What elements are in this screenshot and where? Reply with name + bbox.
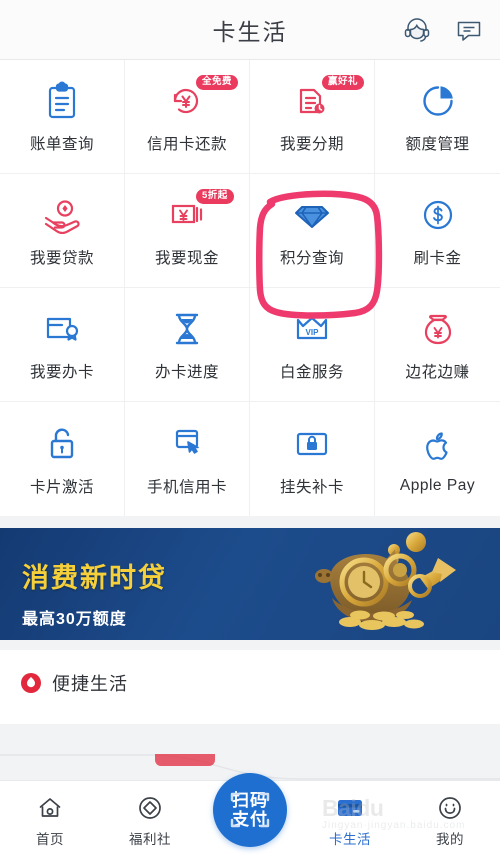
page-title: 卡生活 (212, 18, 288, 45)
grid-item-credit-card-repay[interactable]: 全免费 信用卡还款 (125, 60, 250, 174)
grid-item-points-query[interactable]: 积分查询 (250, 174, 375, 288)
vip-crown-icon: VIP (292, 307, 332, 351)
grid-item-card-cashback[interactable]: 刷卡金 (375, 174, 500, 288)
grid-item-credit-limit[interactable]: 额度管理 (375, 60, 500, 174)
grid-item-label: 白金服务 (279, 364, 344, 381)
grid-item-apple-pay[interactable]: Apple Pay (375, 402, 500, 516)
grid-item-label: 我要办卡 (29, 364, 94, 381)
red-drop-icon (20, 672, 42, 694)
repay-yen-icon: 全免费 (166, 75, 239, 123)
grid-item-label: 办卡进度 (154, 364, 219, 381)
money-bag-icon (420, 307, 456, 351)
grid-item-report-loss[interactable]: 挂失补卡 (250, 402, 375, 516)
grid-item-bill-query[interactable]: 账单查询 (0, 60, 125, 174)
mobile-card-icon (169, 422, 205, 466)
quick-actions-card: 账单查询 全免费 信用卡还款 赢好礼 我要分期 额度管理 我要贷款 5折起 我要… (0, 60, 500, 516)
bottom-tab-bar: 首页 福利社 扫码 支付 卡生活 我的 (0, 773, 500, 861)
hand-coin-icon (41, 193, 83, 237)
tab-home[interactable]: 首页 (0, 781, 100, 861)
grid-item-loan[interactable]: 我要贷款 (0, 174, 125, 288)
scan-pay-icon[interactable]: 扫码 支付 (213, 773, 287, 847)
quick-actions-grid: 账单查询 全免费 信用卡还款 赢好礼 我要分期 额度管理 我要贷款 5折起 我要… (0, 60, 500, 516)
credit-card-icon (336, 795, 364, 821)
grid-item-badge: 赢好礼 (322, 75, 365, 90)
grid-item-label: 我要现金 (154, 250, 219, 267)
tab-profile[interactable]: 我的 (400, 781, 500, 861)
grid-item-label: Apple Pay (399, 476, 476, 494)
grid-item-cash[interactable]: 5折起 我要现金 (125, 174, 250, 288)
grid-item-label: 挂失补卡 (279, 478, 344, 496)
grid-item-label: 额度管理 (405, 136, 470, 153)
tab-benefits[interactable]: 福利社 (100, 781, 200, 861)
grid-item-label: 我要贷款 (29, 250, 94, 267)
tab-label: 福利社 (129, 832, 171, 847)
app-root: 卡生活 账单查询 全免费 信用卡还款 赢好礼 我要分期 额度管理 我要贷款 5折… (0, 0, 500, 861)
grid-item-badge: 全免费 (196, 75, 239, 90)
grid-item-installment[interactable]: 赢好礼 我要分期 (250, 60, 375, 174)
clipboard-icon (44, 79, 80, 123)
locked-card-icon (292, 422, 332, 466)
tab-scan-pay[interactable]: 扫码 支付 (200, 773, 300, 861)
banknote-yen-icon: 5折起 (166, 189, 234, 237)
grid-item-mobile-credit-card[interactable]: 手机信用卡 (125, 402, 250, 516)
grid-item-platinum-service[interactable]: VIP 白金服务 (250, 288, 375, 402)
diamond-icon (292, 193, 332, 237)
pie-chart-icon (419, 79, 457, 123)
profile-smile-icon (437, 795, 463, 821)
section-header: 便捷生活 (0, 650, 500, 696)
grid-item-spend-earn[interactable]: 边花边赚 (375, 288, 500, 402)
grid-item-label: 刷卡金 (413, 250, 462, 267)
tab-label: 首页 (36, 832, 64, 847)
grid-item-card-progress[interactable]: 办卡进度 (125, 288, 250, 402)
installment-icon: 赢好礼 (292, 75, 365, 123)
apple-icon (421, 424, 455, 468)
grid-item-apply-card[interactable]: 我要办卡 (0, 288, 125, 402)
app-header: 卡生活 (0, 0, 500, 60)
golden-piggy-bank-icon (302, 530, 472, 640)
benefits-diamond-icon (137, 795, 163, 821)
hourglass-icon (170, 307, 204, 351)
home-icon (37, 795, 63, 821)
tab-card-life[interactable]: 卡生活 (300, 781, 400, 861)
grid-item-label: 卡片激活 (29, 478, 94, 496)
message-icon[interactable] (454, 15, 484, 45)
header-actions (402, 0, 484, 60)
customer-service-icon[interactable] (402, 15, 432, 45)
grid-item-card-activation[interactable]: 卡片激活 (0, 402, 125, 516)
promo-banner[interactable]: 消费新时贷 最高30万额度 (0, 528, 500, 640)
grid-item-label: 我要分期 (279, 136, 344, 153)
dollar-circle-icon (419, 193, 457, 237)
grid-item-label: 手机信用卡 (146, 478, 227, 496)
grid-item-label: 账单查询 (29, 136, 94, 153)
tab-label: 我的 (436, 832, 464, 847)
grid-item-label: 边花边赚 (405, 364, 470, 381)
unlock-icon (45, 422, 79, 466)
grid-item-badge: 5折起 (196, 189, 234, 204)
convenient-life-section: 便捷生活 (0, 650, 500, 724)
banner-title: 消费新时贷 (22, 563, 167, 593)
banner-subtitle: 最高30万额度 (22, 611, 127, 628)
banner-text-block: 消费新时贷 最高30万额度 (22, 556, 167, 629)
tab-label: 卡生活 (329, 832, 371, 847)
grid-item-label: 信用卡还款 (146, 136, 227, 153)
grid-item-label: 积分查询 (279, 250, 344, 267)
scan-frame-icon (230, 792, 270, 828)
svg-text:VIP: VIP (306, 328, 320, 337)
card-badge-icon (41, 307, 83, 351)
section-title: 便捷生活 (52, 674, 128, 694)
